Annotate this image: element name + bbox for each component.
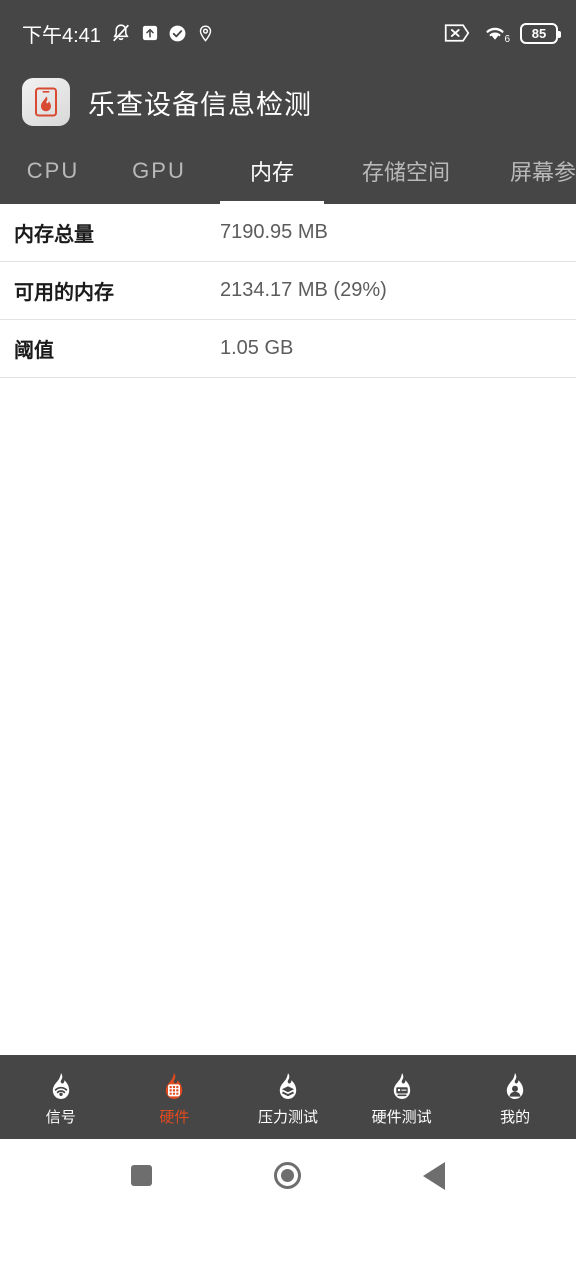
app-flame-phone-icon xyxy=(22,78,70,126)
tab-gpu[interactable]: GPU xyxy=(106,138,212,204)
check-circle-icon xyxy=(168,24,187,43)
status-bar-right: 6 85 xyxy=(444,22,561,45)
tab-cpu-label: CPU xyxy=(26,158,80,183)
tab-bar[interactable]: CPU GPU 内存 存储空间 屏幕参数 xyxy=(0,138,576,204)
triangle-left-icon[interactable] xyxy=(423,1161,445,1190)
nav-item-hardware[interactable]: 硬件 xyxy=(118,1069,230,1125)
row-label: 内存总量 xyxy=(14,224,94,246)
system-navigation-bar[interactable] xyxy=(0,1139,576,1212)
page-title: 乐查设备信息检测 xyxy=(88,89,312,120)
flame-signal-icon xyxy=(44,1069,78,1107)
status-bar-left: 下午4:41 xyxy=(22,19,215,48)
tab-storage-label: 存储空间 xyxy=(361,160,450,185)
battery-percent-label: 85 xyxy=(531,25,547,41)
battery-icon: 85 xyxy=(520,22,561,44)
nav-item-stress-test[interactable]: 压力测试 xyxy=(232,1069,344,1125)
row-label: 可用的内存 xyxy=(14,282,114,304)
flame-chip-icon xyxy=(157,1069,191,1107)
memory-info-list: 内存总量 7190.95 MB 可用的内存 2134.17 MB (29%) 阈… xyxy=(0,204,576,1055)
tab-storage[interactable]: 存储空间 xyxy=(332,138,480,204)
flame-person-icon xyxy=(498,1069,532,1107)
tab-memory-label: 内存 xyxy=(249,160,294,185)
no-sim-icon xyxy=(444,23,470,43)
table-row: 阈值 1.05 GB xyxy=(0,320,576,378)
table-row: 内存总量 7190.95 MB xyxy=(0,204,576,262)
nav-item-hardware-label: 硬件 xyxy=(159,1109,190,1126)
bell-muted-icon xyxy=(110,22,132,44)
row-value: 2134.17 MB (29%) xyxy=(220,279,387,301)
row-value: 7190.95 MB xyxy=(220,221,328,243)
flame-layers-icon xyxy=(271,1069,305,1107)
upload-box-icon xyxy=(141,24,159,42)
status-bar: 下午4:41 6 85 xyxy=(0,0,576,66)
location-pin-icon xyxy=(196,24,215,43)
nav-item-signal[interactable]: 信号 xyxy=(5,1069,117,1125)
tab-gpu-label: GPU xyxy=(132,158,186,183)
row-value: 1.05 GB xyxy=(220,337,294,359)
tab-memory[interactable]: 内存 xyxy=(212,138,332,204)
nav-item-hardware-test-label: 硬件测试 xyxy=(371,1109,432,1126)
wifi-6-icon: 6 xyxy=(482,23,510,45)
bottom-navigation[interactable]: 信号 硬件 压力测试 硬件测试 我的 xyxy=(0,1055,576,1139)
tab-cpu[interactable]: CPU xyxy=(0,138,106,204)
flame-device-icon xyxy=(385,1069,419,1107)
nav-item-hardware-test[interactable]: 硬件测试 xyxy=(346,1069,458,1125)
nav-item-mine-label: 我的 xyxy=(500,1109,531,1126)
nav-item-signal-label: 信号 xyxy=(45,1109,76,1126)
circle-icon[interactable] xyxy=(274,1162,301,1189)
app-header: 乐查设备信息检测 xyxy=(0,66,576,138)
nav-item-stress-test-label: 压力测试 xyxy=(257,1109,318,1126)
wifi-generation-label: 6 xyxy=(504,34,510,45)
status-bar-clock: 下午4:41 xyxy=(22,24,101,47)
row-label: 阈值 xyxy=(14,340,54,362)
nav-item-mine[interactable]: 我的 xyxy=(459,1069,571,1125)
tab-screen[interactable]: 屏幕参数 xyxy=(480,138,576,204)
square-icon[interactable] xyxy=(131,1165,152,1186)
tab-screen-label: 屏幕参数 xyxy=(509,160,576,185)
table-row: 可用的内存 2134.17 MB (29%) xyxy=(0,262,576,320)
